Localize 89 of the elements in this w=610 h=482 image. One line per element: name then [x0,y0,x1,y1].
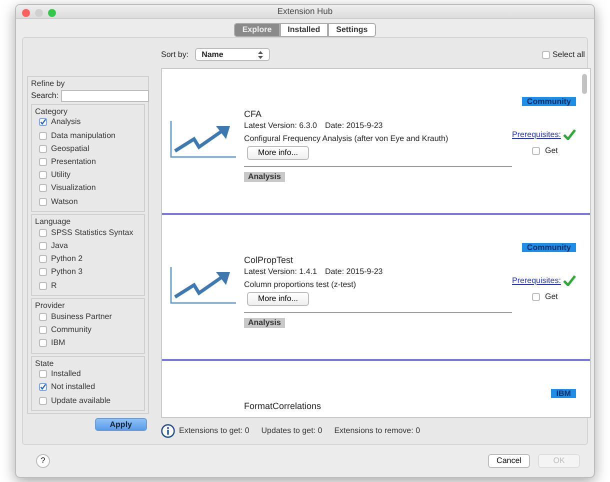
status-text: Extensions to remove: 0 [334,424,420,437]
provider-badge: IBM [551,388,576,398]
checkbox-label: SPSS Statistics Syntax [51,226,134,239]
checkbox-label: Utility [51,169,71,182]
provider-badge: Community [522,96,576,106]
tab[interactable]: Settings [328,22,376,37]
group-title: Refine by [31,78,66,88]
select-all-label: Select all [552,48,585,61]
sort-label: Sort by: [161,48,189,61]
tab[interactable]: Installed [280,22,328,37]
date-text: Date: 2015-9-23 [324,120,383,131]
group-title: Language [35,217,72,226]
group-title: Provider [35,301,66,310]
checkbox[interactable] [39,228,47,237]
group-title: Category [35,106,68,116]
stepper-icon [258,50,263,59]
checkmark-icon [40,383,46,392]
checkbox[interactable] [39,255,47,264]
checkbox-label: Watson [51,196,78,208]
trend-chart-icon [170,266,236,305]
checkbox-label: Community [51,324,92,336]
checkbox[interactable] [39,396,47,405]
status-text: Extensions to get: 0 [179,424,250,437]
search-field[interactable] [60,90,149,102]
checkbox[interactable] [39,268,47,276]
help-button[interactable]: ? [36,454,50,468]
checkbox[interactable] [39,370,47,378]
checkbox[interactable] [39,282,47,290]
tag: Analysis [244,172,285,182]
checkbox[interactable] [39,242,47,250]
window-title: Extension Hub [277,5,333,18]
checkbox-label: Presentation [51,156,96,168]
extension-name: ColPropTest [244,254,294,266]
checkbox[interactable] [39,184,47,192]
extension-name: FormatCorrelations [244,400,322,412]
checkbox[interactable] [39,118,47,126]
checkbox-label: Installed [51,368,81,380]
checkbox-label: Get [545,290,558,303]
date-text: Date: 2015-9-23 [324,266,383,277]
checkbox[interactable] [39,383,47,392]
checkbox-label: Python 3 [51,266,83,278]
search-label: Search: [31,90,59,102]
checkbox-label: R [51,280,57,292]
checkbox[interactable] [532,292,540,301]
close-button[interactable] [22,9,30,17]
checkbox-label: Python 2 [51,253,83,266]
description-text: Column proportions test (z-test) [244,278,358,290]
status-text: Updates to get: 0 [261,424,322,437]
checkbox-label: Visualization [51,182,96,194]
version-text: Latest Version: 1.4.1 [244,266,317,277]
prerequisites-link[interactable]: Prerequisites: [512,274,561,287]
scroll-thumb[interactable] [582,74,587,94]
tag: Analysis [244,318,285,328]
checkbox[interactable] [39,158,47,166]
checkbox-label: Data manipulation [51,130,116,142]
checkbox[interactable] [39,339,47,348]
minimize-button[interactable] [35,9,43,17]
checkbox-label: Update available [51,394,111,407]
select-all-checkbox[interactable] [542,50,550,59]
sort-value: Name [202,48,224,61]
info-icon [161,424,175,438]
provider-badge: Community [522,242,576,252]
trend-chart-icon [170,120,236,159]
dialog-button[interactable]: Cancel [488,454,530,468]
checkbox[interactable] [532,146,540,155]
version-text: Latest Version: 6.3.0 [244,120,317,131]
description-text: Configural Frequency Analysis (after von Eye and Krauth) [244,132,450,144]
checkbox-label: Business Partner [51,310,112,323]
extension-name: CFA [244,108,263,120]
more-info-button[interactable]: More info... [247,146,310,160]
zoom-button[interactable] [48,9,56,17]
checkbox[interactable] [39,171,47,180]
checkbox-label: Geospatial [51,142,90,155]
checkbox-label: Analysis [51,116,81,128]
checkbox[interactable] [39,132,47,140]
apply-button[interactable]: Apply [94,418,147,432]
sort-dropdown[interactable]: Name [194,48,270,62]
checkbox-label: Not installed [51,381,96,394]
more-info-button[interactable]: More info... [247,292,310,306]
checkbox[interactable] [39,144,47,153]
checkbox-label: Java [51,240,68,252]
prerequisites-link[interactable]: Prerequisites: [512,128,561,141]
checkmark-icon [40,118,46,126]
checkbox-label: IBM [51,337,66,350]
checkbox-label: Get [545,144,558,157]
group-title: State [35,358,55,368]
checkbox[interactable] [39,326,47,334]
checkbox[interactable] [39,198,47,206]
checkbox[interactable] [39,312,47,321]
